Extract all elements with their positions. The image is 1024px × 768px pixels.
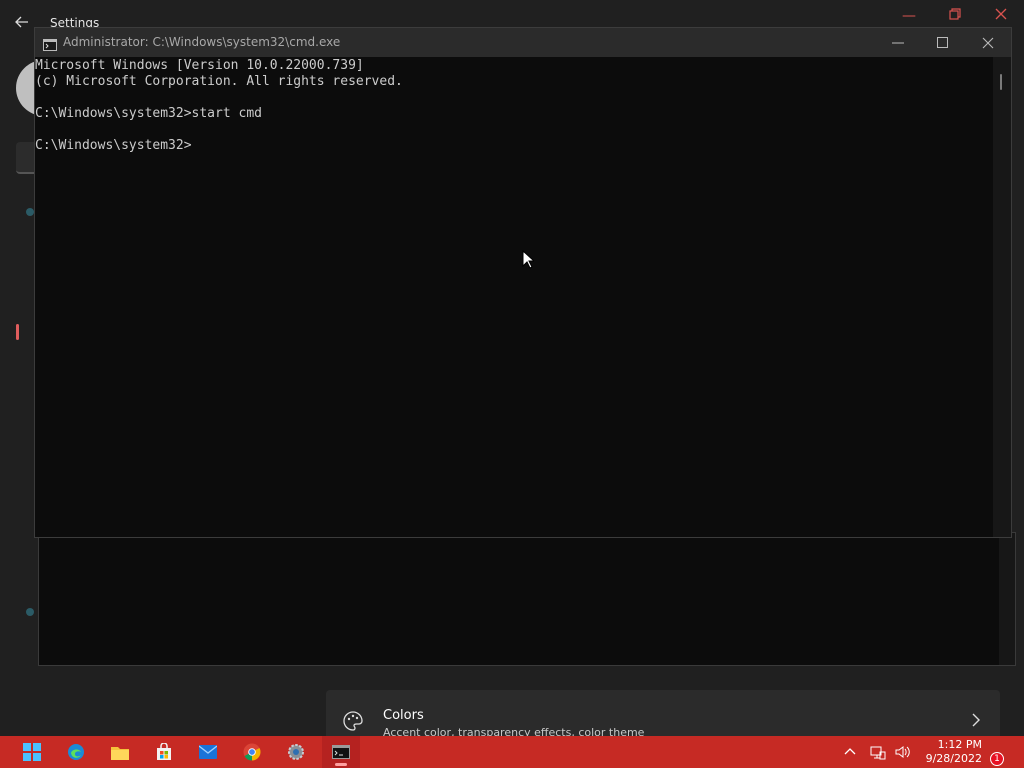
edge-icon[interactable] <box>64 740 88 764</box>
cmd-title: Administrator: C:\Windows\system32\cmd.e… <box>63 35 341 49</box>
taskbar-active-app[interactable] <box>322 736 360 768</box>
chevron-up-icon[interactable] <box>842 744 858 760</box>
start-icon[interactable] <box>20 740 44 764</box>
console-output[interactable]: Microsoft Windows [Version 10.0.22000.73… <box>35 57 993 537</box>
taskbar: 1:12 PM 9/28/2022 1 <box>0 736 1024 768</box>
console-line: C:\Windows\system32>start cmd <box>35 106 262 121</box>
cmd-close-button[interactable] <box>965 28 1011 57</box>
file-explorer-icon[interactable] <box>108 740 132 764</box>
terminal-icon[interactable] <box>329 740 353 764</box>
scrollbar-thumb[interactable] <box>1000 74 1002 90</box>
cmd-minimize-button[interactable] <box>875 28 921 57</box>
console-prompt[interactable]: C:\Windows\system32> <box>35 138 993 154</box>
cmd-scrollbar[interactable] <box>993 57 1011 537</box>
notification-badge[interactable]: 1 <box>990 752 1004 766</box>
mouse-cursor-icon <box>522 249 536 270</box>
colors-card[interactable]: Colors Accent color, transparency effect… <box>326 690 1000 740</box>
network-icon[interactable] <box>870 744 886 760</box>
active-indicator <box>335 763 347 766</box>
clock-date: 9/28/2022 <box>925 752 982 765</box>
volume-icon[interactable] <box>894 744 910 760</box>
taskbar-clock[interactable]: 1:12 PM 9/28/2022 <box>926 738 982 766</box>
chevron-right-icon <box>970 712 982 727</box>
mail-icon[interactable] <box>196 740 220 764</box>
background-console-window[interactable] <box>38 532 1016 666</box>
cmd-titlebar[interactable]: Administrator: C:\Windows\system32\cmd.e… <box>35 28 1011 57</box>
store-icon[interactable] <box>152 740 176 764</box>
back-arrow-icon[interactable] <box>14 14 34 34</box>
console-line: (c) Microsoft Corporation. All rights re… <box>35 74 403 89</box>
cmd-app-icon <box>43 36 57 51</box>
cmd-maximize-button[interactable] <box>919 28 965 57</box>
settings-restore-button[interactable] <box>940 6 970 26</box>
cmd-window[interactable]: Administrator: C:\Windows\system32\cmd.e… <box>34 27 1012 538</box>
scrollbar[interactable] <box>999 533 1015 665</box>
palette-icon <box>342 710 364 732</box>
chrome-icon[interactable] <box>240 740 264 764</box>
console-line: Microsoft Windows [Version 10.0.22000.73… <box>35 58 364 73</box>
nav-icon[interactable] <box>26 208 34 216</box>
nav-selection-indicator <box>16 324 19 340</box>
settings-icon[interactable] <box>284 740 308 764</box>
settings-close-button[interactable] <box>986 6 1016 26</box>
settings-minimize-button[interactable]: — <box>894 6 924 26</box>
clock-time: 1:12 PM <box>937 738 982 751</box>
nav-icon[interactable] <box>26 608 34 616</box>
colors-card-title: Colors <box>383 708 424 723</box>
